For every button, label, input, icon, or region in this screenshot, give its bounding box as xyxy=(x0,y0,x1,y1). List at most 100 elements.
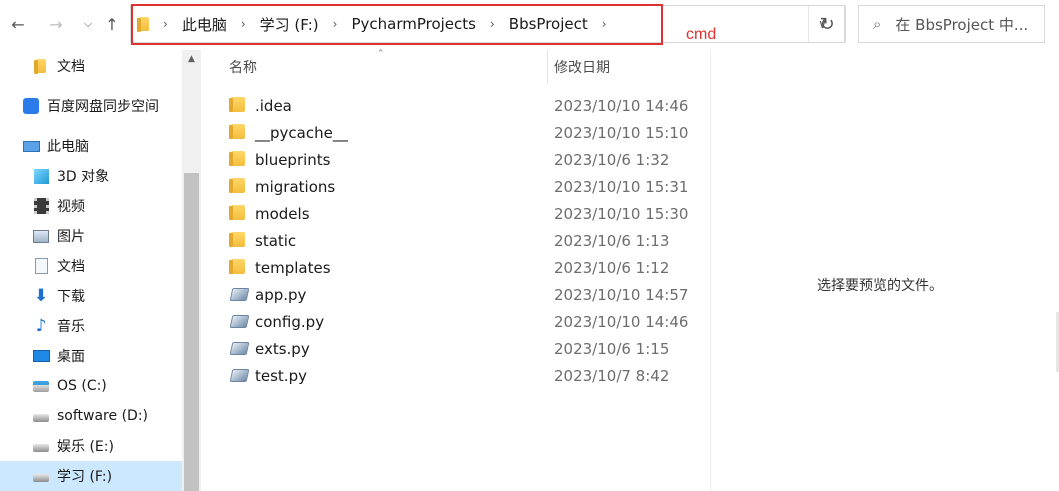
preview-pane: 选择要预览的文件。 xyxy=(711,50,1059,491)
arrow-up-icon[interactable]: ↑ xyxy=(100,12,124,36)
chevron-down-icon[interactable]: ⌵ xyxy=(76,12,100,36)
3d-objects-icon xyxy=(32,167,50,185)
sidebar-item[interactable]: 桌面 xyxy=(0,341,182,371)
folder-icon xyxy=(229,151,247,167)
sidebar-item[interactable]: 文档 xyxy=(0,51,182,81)
file-date: 2023/10/7 8:42 xyxy=(554,366,670,385)
sidebar-item[interactable]: 学习 (F:) xyxy=(0,461,182,491)
chevron-right-icon[interactable]: › xyxy=(163,17,168,31)
file-name: models xyxy=(255,204,310,223)
folder-icon xyxy=(229,97,247,113)
sidebar-item[interactable]: 娱乐 (E:) xyxy=(0,431,182,461)
documents-icon xyxy=(32,257,50,275)
file-row[interactable]: app.py 2023/10/10 14:57 xyxy=(201,281,711,308)
search-icon: ⌕ xyxy=(873,15,882,33)
file-row[interactable]: config.py 2023/10/10 14:46 xyxy=(201,308,711,335)
file-date: 2023/10/10 15:10 xyxy=(554,123,689,142)
file-row[interactable]: templates 2023/10/6 1:12 xyxy=(201,254,711,281)
toolbar: ← → ⌵ ↑ › 此电脑 › 学习 (F:) › PycharmProject… xyxy=(0,0,1059,50)
address-bar[interactable]: › 此电脑 › 学习 (F:) › PycharmProjects › BbsP… xyxy=(130,5,845,43)
chevron-right-icon[interactable]: › xyxy=(602,17,607,31)
column-header-name[interactable]: 名称 xyxy=(229,50,257,84)
file-row[interactable]: static 2023/10/6 1:13 xyxy=(201,227,711,254)
file-date: 2023/10/10 14:46 xyxy=(554,96,689,115)
annotation-label: cmd xyxy=(686,26,717,43)
file-name: __pycache__ xyxy=(255,123,348,142)
arrow-left-icon[interactable]: ← xyxy=(6,12,30,36)
file-row[interactable]: exts.py 2023/10/6 1:15 xyxy=(201,335,711,362)
sidebar-scrollbar[interactable]: ▲ xyxy=(182,50,201,491)
file-date: 2023/10/6 1:15 xyxy=(554,339,670,358)
sidebar-item-label: 下载 xyxy=(57,289,85,305)
sidebar-item-label: 3D 对象 xyxy=(57,169,110,185)
folder-icon xyxy=(32,57,50,75)
refresh-button[interactable]: ↻ xyxy=(808,5,846,43)
sidebar-item[interactable]: 图片 xyxy=(0,221,182,251)
file-name: app.py xyxy=(255,285,307,304)
column-header-date[interactable]: 修改日期 xyxy=(554,50,610,84)
file-row[interactable]: blueprints 2023/10/6 1:32 xyxy=(201,146,711,173)
breadcrumb-pycharmprojects[interactable]: PycharmProjects xyxy=(351,15,476,33)
sidebar-item[interactable]: 文档 xyxy=(0,251,182,281)
folder-icon xyxy=(229,178,247,194)
column-divider[interactable] xyxy=(547,50,548,84)
chevron-right-icon[interactable]: › xyxy=(490,17,495,31)
search-input[interactable]: ⌕ 在 BbsProject 中... xyxy=(858,5,1045,43)
download-icon: ⬇ xyxy=(33,286,49,306)
file-row[interactable]: models 2023/10/10 15:30 xyxy=(201,200,711,227)
file-row[interactable]: migrations 2023/10/10 15:31 xyxy=(201,173,711,200)
navigation-pane: 文档 百度网盘同步空间 此电脑 3D 对象 视频 图片 文档 ⬇ 下载 ♪ 音乐 桌面 OS (C:) s… xyxy=(0,50,182,491)
file-name: exts.py xyxy=(255,339,310,358)
file-row[interactable]: __pycache__ 2023/10/10 15:10 xyxy=(201,119,711,146)
breadcrumb-this-pc[interactable]: 此电脑 xyxy=(182,14,227,35)
python-file-icon xyxy=(229,286,250,302)
drive-icon xyxy=(32,467,50,485)
sidebar-item[interactable]: 3D 对象 xyxy=(0,161,182,191)
python-file-icon xyxy=(229,340,250,356)
python-file-icon xyxy=(229,367,250,383)
python-file-icon xyxy=(229,313,250,329)
sidebar-item[interactable]: ⬇ 下载 xyxy=(0,281,182,311)
chevron-right-icon[interactable]: › xyxy=(241,17,246,31)
file-name: blueprints xyxy=(255,150,331,169)
file-date: 2023/10/6 1:13 xyxy=(554,231,670,250)
file-row[interactable]: test.py 2023/10/7 8:42 xyxy=(201,362,711,389)
desktop-icon xyxy=(32,347,50,365)
sidebar-item[interactable]: 视频 xyxy=(0,191,182,221)
sidebar-item-label: 图片 xyxy=(57,229,85,245)
sidebar-item[interactable]: ♪ 音乐 xyxy=(0,311,182,341)
breadcrumb: › 此电脑 › 学习 (F:) › PycharmProjects › BbsP… xyxy=(131,6,621,42)
baidu-netdisk-icon xyxy=(22,97,40,115)
sidebar-item[interactable]: 此电脑 xyxy=(0,131,182,161)
folder-icon xyxy=(229,205,247,221)
breadcrumb-bbsproject[interactable]: BbsProject xyxy=(509,15,588,33)
drive-icon xyxy=(32,407,50,425)
folder-icon xyxy=(229,259,247,275)
search-placeholder: 在 BbsProject 中... xyxy=(895,15,1029,34)
sidebar-item[interactable]: 百度网盘同步空间 xyxy=(0,91,182,121)
folder-icon xyxy=(137,17,149,32)
file-date: 2023/10/10 14:46 xyxy=(554,312,689,331)
breadcrumb-drive-f[interactable]: 学习 (F:) xyxy=(260,14,319,35)
arrow-right-icon[interactable]: → xyxy=(44,12,68,36)
scroll-up-icon[interactable]: ▲ xyxy=(182,54,201,64)
file-date: 2023/10/6 1:32 xyxy=(554,150,670,169)
windows-drive-icon xyxy=(32,377,50,395)
sidebar-item[interactable]: software (D:) xyxy=(0,401,182,431)
file-list: 名称 ⌃ 修改日期 .idea 2023/10/10 14:46 __pycache… xyxy=(201,49,711,491)
music-icon: ♪ xyxy=(35,316,47,336)
sidebar-item-label: 学习 (F:) xyxy=(57,469,113,485)
file-date: 2023/10/10 15:30 xyxy=(554,204,689,223)
sort-ascending-icon: ⌃ xyxy=(377,49,385,59)
sidebar-item[interactable]: OS (C:) xyxy=(0,371,182,401)
sidebar-item-label: 音乐 xyxy=(57,319,85,335)
scrollbar-thumb[interactable] xyxy=(184,173,199,491)
file-row[interactable]: .idea 2023/10/10 14:46 xyxy=(201,92,711,119)
computer-icon xyxy=(22,137,40,155)
file-name: migrations xyxy=(255,177,336,196)
pictures-icon xyxy=(32,227,50,245)
preview-message: 选择要预览的文件。 xyxy=(817,278,943,294)
chevron-right-icon[interactable]: › xyxy=(333,17,338,31)
file-date: 2023/10/10 15:31 xyxy=(554,177,689,196)
video-icon xyxy=(32,197,50,215)
